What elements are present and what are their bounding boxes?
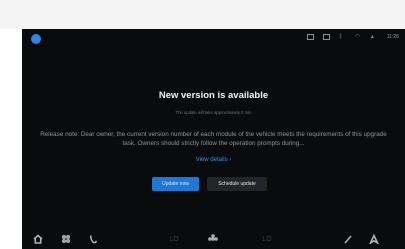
bluetooth-icon: ᛒ bbox=[338, 34, 343, 40]
phone-icon[interactable] bbox=[88, 233, 100, 245]
apps-icon[interactable] bbox=[60, 233, 72, 245]
status-time: 11:26 bbox=[386, 34, 399, 40]
car-screen: ᛒ ◠ ▴ 11:26 New version is available The… bbox=[22, 29, 405, 249]
cast-icon bbox=[306, 34, 314, 40]
wiper-icon[interactable] bbox=[342, 233, 354, 245]
left-temperature[interactable]: LO bbox=[167, 233, 181, 245]
dialog-subtitle: The update will take approximately 5 min bbox=[175, 110, 252, 115]
release-note: Release note: Dear owner, the current ve… bbox=[40, 131, 387, 148]
wifi-icon: ◠ bbox=[354, 34, 361, 40]
view-details-link[interactable]: View details › bbox=[22, 157, 405, 163]
fan-icon[interactable] bbox=[207, 233, 219, 245]
update-now-button[interactable]: Update now bbox=[152, 177, 199, 191]
schedule-update-button[interactable]: Schedule update bbox=[207, 177, 267, 191]
home-icon[interactable] bbox=[32, 233, 44, 245]
screen-icon bbox=[322, 34, 330, 40]
bottom-dock: LO LO bbox=[22, 231, 405, 249]
top-bezel bbox=[0, 0, 405, 29]
dialog-title: New version is available bbox=[158, 90, 269, 101]
app-dot-icon[interactable] bbox=[31, 34, 41, 44]
status-bar: ᛒ ◠ ▴ 11:26 bbox=[22, 29, 405, 49]
navigation-icon[interactable] bbox=[368, 233, 380, 245]
signal-icon: ▴ bbox=[370, 34, 374, 40]
status-icons: ᛒ ◠ ▴ 11:26 bbox=[306, 34, 399, 40]
right-temperature[interactable]: LO bbox=[260, 233, 274, 245]
